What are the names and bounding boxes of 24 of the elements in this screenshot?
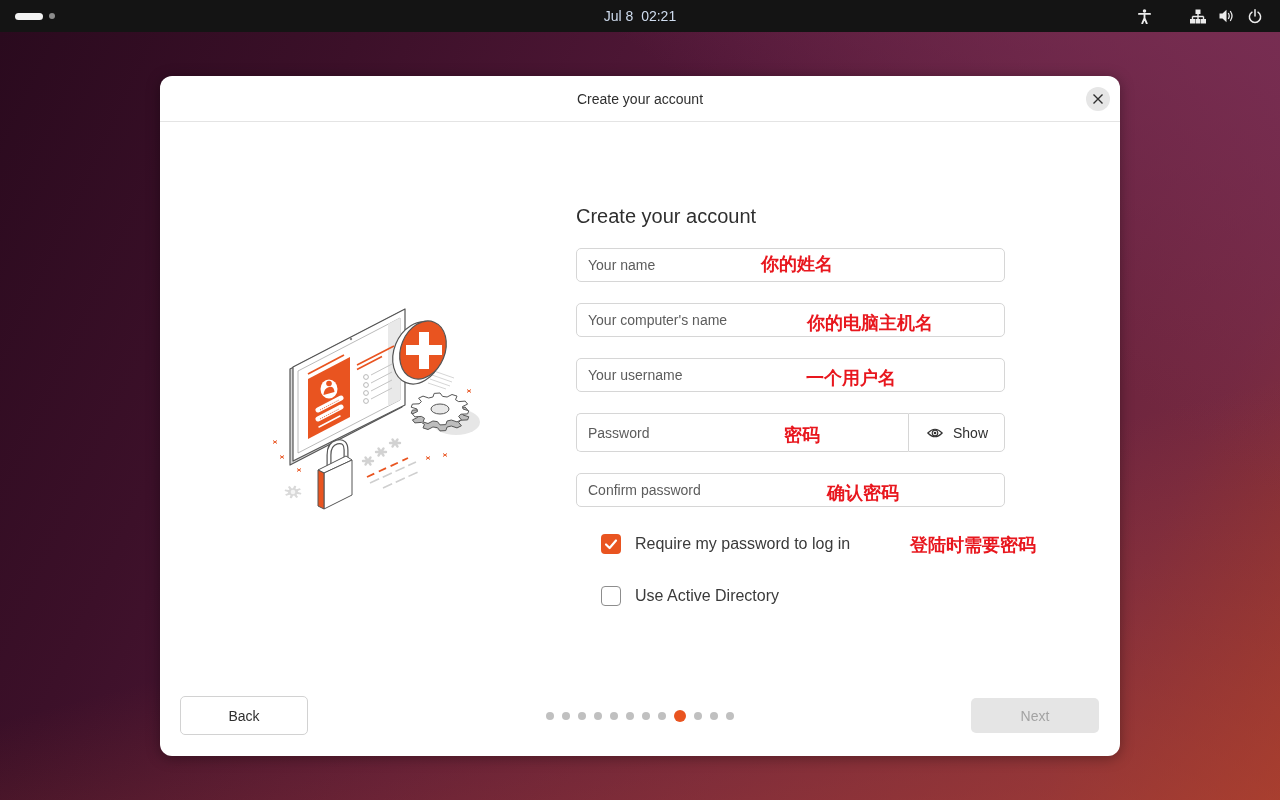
annotation-text: 你的电脑主机名 bbox=[807, 310, 933, 335]
checkbox-label[interactable]: Use Active Directory bbox=[635, 587, 780, 605]
checkbox[interactable] bbox=[601, 534, 621, 554]
active-workspace-icon[interactable] bbox=[15, 12, 43, 20]
checkbox-label[interactable]: Require my password to log in bbox=[635, 535, 851, 553]
power-icon[interactable] bbox=[1248, 8, 1262, 24]
network-icon[interactable] bbox=[1190, 8, 1206, 24]
checkbox[interactable] bbox=[601, 586, 621, 606]
annotation-text: 登陆时需要密码 bbox=[910, 532, 1036, 557]
back-button[interactable]: Back bbox=[180, 696, 308, 735]
form-heading: Create your account bbox=[576, 204, 758, 228]
volume-icon[interactable] bbox=[1219, 9, 1234, 23]
close-icon bbox=[1093, 93, 1103, 104]
close-button[interactable] bbox=[1086, 86, 1110, 111]
annotation-text: 确认密码 bbox=[827, 480, 899, 505]
accessibility-icon[interactable] bbox=[1138, 8, 1151, 24]
show-password-button[interactable]: Show bbox=[908, 413, 1005, 452]
annotation-text: 密码 bbox=[784, 422, 820, 447]
workspace-icon[interactable] bbox=[49, 13, 55, 19]
annotation-text: 你的姓名 bbox=[761, 252, 833, 276]
eye-icon bbox=[927, 426, 943, 439]
clock-button[interactable]: Jul 8 02:21 bbox=[597, 6, 683, 26]
annotation-text: 一个用户名 bbox=[806, 365, 896, 390]
dialog-title: Create your account bbox=[576, 90, 704, 107]
